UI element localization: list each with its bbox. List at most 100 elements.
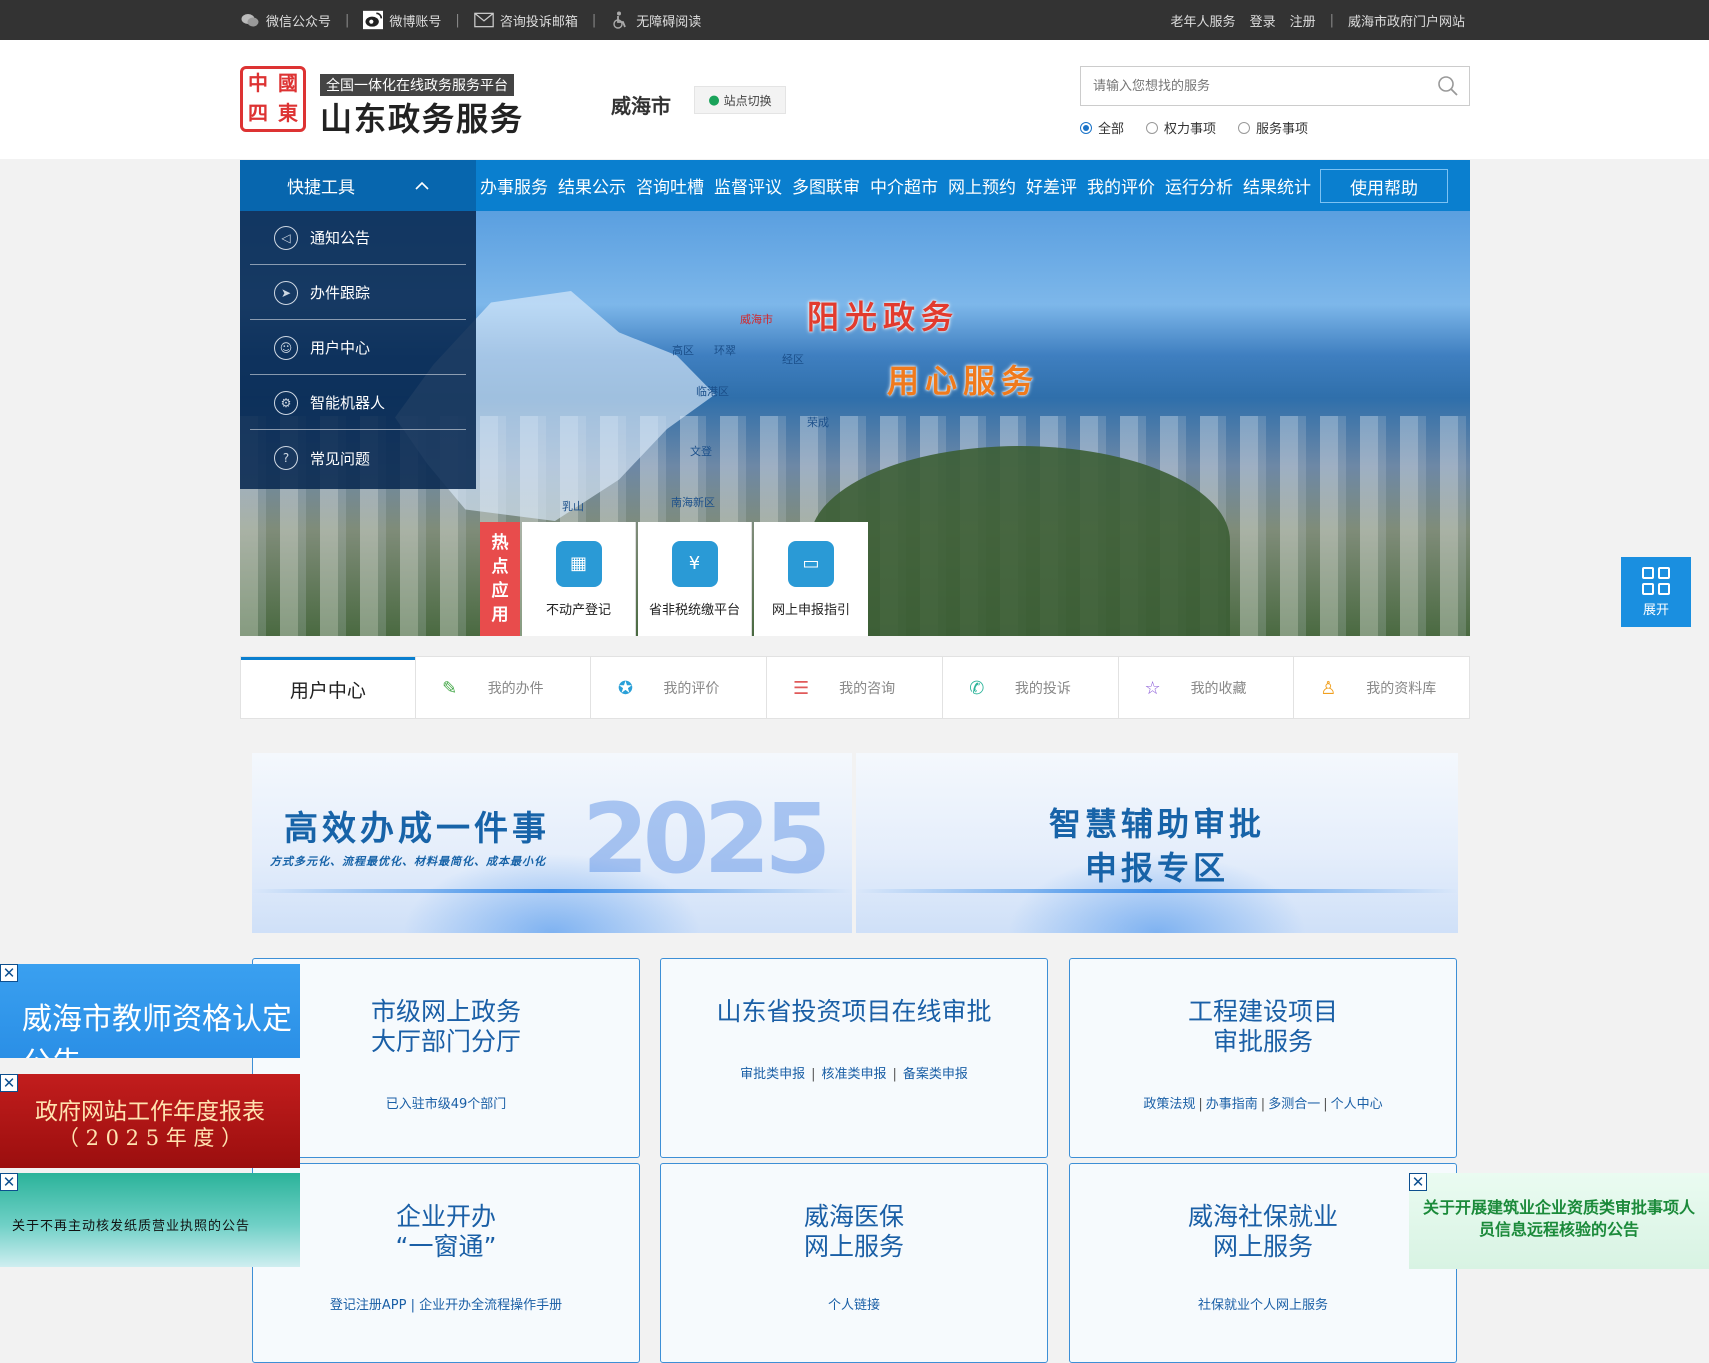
- speaker-icon: ◁: [274, 225, 298, 250]
- hot-apps-tag: 热 点 应 用: [480, 522, 520, 636]
- scope-all-radio[interactable]: 全部: [1080, 118, 1124, 137]
- wechat-label: 微信公众号: [266, 14, 332, 30]
- card-social-security[interactable]: 威海社保就业 网上服务 社保就业个人网上服务: [1069, 1163, 1457, 1363]
- card-link[interactable]: 已入驻市级49个部门: [253, 1093, 639, 1112]
- nav-item-supervise[interactable]: 监督评议: [714, 173, 782, 198]
- feature-title: 智慧辅助审批: [1048, 805, 1265, 843]
- hot-app-real-estate[interactable]: ▦ 不动产登记: [522, 522, 636, 636]
- wechat-icon: [240, 12, 260, 28]
- ad-remote-verification[interactable]: ✕ 关于开展建筑业企业资质类审批事项人员信息远程核验的公告: [1409, 1173, 1709, 1269]
- nav-item-booking[interactable]: 网上预约: [948, 173, 1016, 198]
- ad-annual-report[interactable]: ✕ 政府网站工作年度报表 （ 2 0 2 5 年 度 ）: [0, 1074, 300, 1168]
- user-center-title[interactable]: 用户中心: [241, 657, 415, 719]
- nav-item-my-rating[interactable]: 我的评价: [1087, 173, 1155, 198]
- elderly-service-link[interactable]: 老年人服务: [1171, 11, 1236, 30]
- sidebar-item-robot[interactable]: ⚙ 智能机器人: [250, 376, 466, 430]
- current-city: 威海市: [611, 94, 671, 118]
- login-link[interactable]: 登录: [1250, 11, 1276, 30]
- card-link[interactable]: 个人中心: [1331, 1097, 1383, 1112]
- nav-item-analysis[interactable]: 运行分析: [1165, 173, 1233, 198]
- nav-item-multimap[interactable]: 多图联审: [792, 173, 860, 198]
- divider: |: [811, 1067, 816, 1082]
- expand-button[interactable]: 展开: [1621, 557, 1691, 627]
- nav-item-service[interactable]: 办事服务: [480, 173, 548, 198]
- weibo-link[interactable]: 微博账号: [363, 10, 442, 30]
- tab-my-documents[interactable]: ♙ 我的资料库: [1293, 657, 1469, 719]
- portal-link[interactable]: 威海市政府门户网站: [1348, 11, 1465, 30]
- hot-app-label: 网上申报指引: [771, 602, 850, 618]
- search-icon[interactable]: [1437, 75, 1459, 97]
- card-title-line2: 网上服务: [1212, 1232, 1313, 1261]
- seal-char: 中: [248, 71, 268, 95]
- sidebar-item-user-center[interactable]: ☺ 用户中心: [250, 321, 466, 375]
- sidebar-item-faq[interactable]: ? 常见问题: [250, 431, 466, 485]
- seal-logo[interactable]: 中 國 四 東: [240, 66, 306, 132]
- radio-label: 权力事项: [1164, 122, 1217, 137]
- site-switch-button[interactable]: ● 站点切换: [694, 86, 786, 114]
- scope-service-radio[interactable]: 服务事项: [1238, 118, 1308, 137]
- search-input[interactable]: [1081, 67, 1421, 105]
- scope-power-radio[interactable]: 权力事项: [1146, 118, 1216, 137]
- mail-link[interactable]: 咨询投诉邮箱: [474, 11, 578, 30]
- close-icon[interactable]: ✕: [1409, 1173, 1427, 1191]
- quick-tools-label: 快捷工具: [287, 178, 355, 198]
- banner-slogan-service: 用心服务: [887, 362, 1040, 400]
- card-medical-insurance[interactable]: 威海医保 网上服务 个人链接: [660, 1163, 1048, 1363]
- tab-my-favorites[interactable]: ☆ 我的收藏: [1117, 657, 1294, 719]
- accessibility-label: 无障碍阅读: [636, 14, 702, 30]
- nav-item-consult[interactable]: 咨询吐槽: [636, 173, 704, 198]
- nav-item-agency[interactable]: 中介超市: [870, 173, 938, 198]
- feature-smart-approval[interactable]: 智慧辅助审批 申报专区: [856, 753, 1458, 933]
- radio-label: 全部: [1098, 122, 1125, 137]
- close-icon[interactable]: ✕: [0, 1074, 18, 1092]
- divider: |: [1198, 1097, 1203, 1112]
- sidebar-item-tracking[interactable]: ➤ 办件跟踪: [250, 266, 466, 320]
- help-button[interactable]: 使用帮助: [1320, 169, 1448, 203]
- banner-slogan-sunshine: 阳光政务: [807, 298, 960, 336]
- card-municipal-hall[interactable]: 市级网上政务 大厅部门分厅 已入驻市级49个部门: [252, 958, 640, 1158]
- tab-label: 我的投诉: [1014, 681, 1071, 697]
- register-link[interactable]: 注册: [1290, 11, 1316, 30]
- nav-item-results[interactable]: 结果公示: [558, 173, 626, 198]
- phone-icon: ✆: [969, 677, 985, 699]
- brand-title[interactable]: 山东政务服务: [320, 94, 524, 140]
- tab-my-complaints[interactable]: ✆ 我的投诉: [941, 657, 1118, 719]
- card-business-startup[interactable]: 企业开办 “一窗通” 登记注册APP | 企业开办全流程操作手册: [252, 1163, 640, 1363]
- card-links: 政策法规 | 办事指南 | 多测合一 | 个人中心: [1070, 1093, 1456, 1112]
- feature-efficient-service[interactable]: 2025 高效办成一件事 方式多元化、流程最优化、材料最简化、成本最小化: [252, 753, 852, 933]
- quick-tools-toggle[interactable]: 快捷工具: [240, 160, 476, 211]
- wechat-link[interactable]: 微信公众号: [240, 11, 331, 30]
- card-link[interactable]: 政策法规: [1143, 1097, 1195, 1112]
- weibo-label: 微博账号: [389, 14, 442, 30]
- accessibility-link[interactable]: 无障碍阅读: [610, 11, 701, 30]
- card-link[interactable]: 办事指南: [1206, 1097, 1258, 1112]
- hot-app-payment[interactable]: ¥ 省非税统缴平台: [638, 522, 752, 636]
- ad-teacher-qualification[interactable]: ✕ 威海市教师资格认定公告: [0, 964, 300, 1058]
- nav-item-stats[interactable]: 结果统计: [1243, 173, 1311, 198]
- card-title-line2: 大厅部门分厅: [370, 1027, 521, 1056]
- location-pin-icon: ●: [708, 92, 720, 108]
- close-icon[interactable]: ✕: [0, 1173, 18, 1191]
- hot-app-guide[interactable]: ▭ 网上申报指引: [754, 522, 868, 636]
- card-construction-approval[interactable]: 工程建设项目 审批服务 政策法规 | 办事指南 | 多测合一 | 个人中心: [1069, 958, 1457, 1158]
- sidebar-item-notices[interactable]: ◁ 通知公告: [250, 211, 466, 265]
- ad-business-license[interactable]: ✕ 关于不再主动核发纸质营业执照的公告: [0, 1173, 300, 1267]
- feature-title-line2: 申报专区: [1084, 849, 1229, 887]
- tab-my-cases[interactable]: ✎ 我的办件: [414, 657, 591, 719]
- card-investment-approval[interactable]: 山东省投资项目在线审批 审批类申报 | 核准类申报 | 备案类申报: [660, 958, 1048, 1158]
- card-link[interactable]: 核准类申报: [821, 1067, 886, 1082]
- card-link[interactable]: 备案类申报: [903, 1067, 968, 1082]
- close-icon[interactable]: ✕: [0, 964, 18, 982]
- card-link[interactable]: 多测合一: [1268, 1097, 1320, 1112]
- hot-tag-char: 热: [491, 533, 509, 553]
- tab-label: 我的收藏: [1190, 681, 1247, 697]
- nav-item-rating[interactable]: 好差评: [1026, 173, 1077, 198]
- mail-icon: [474, 12, 494, 28]
- card-link[interactable]: 审批类申报: [740, 1067, 805, 1082]
- separator: |: [455, 12, 460, 28]
- tab-my-ratings[interactable]: ✪ 我的评价: [590, 657, 766, 719]
- divider: |: [1260, 1097, 1266, 1112]
- tab-my-consults[interactable]: ☰ 我的咨询: [766, 657, 942, 719]
- ad-text: 关于不再主动核发纸质营业执照的公告: [12, 1219, 251, 1234]
- radio-label: 服务事项: [1256, 122, 1309, 137]
